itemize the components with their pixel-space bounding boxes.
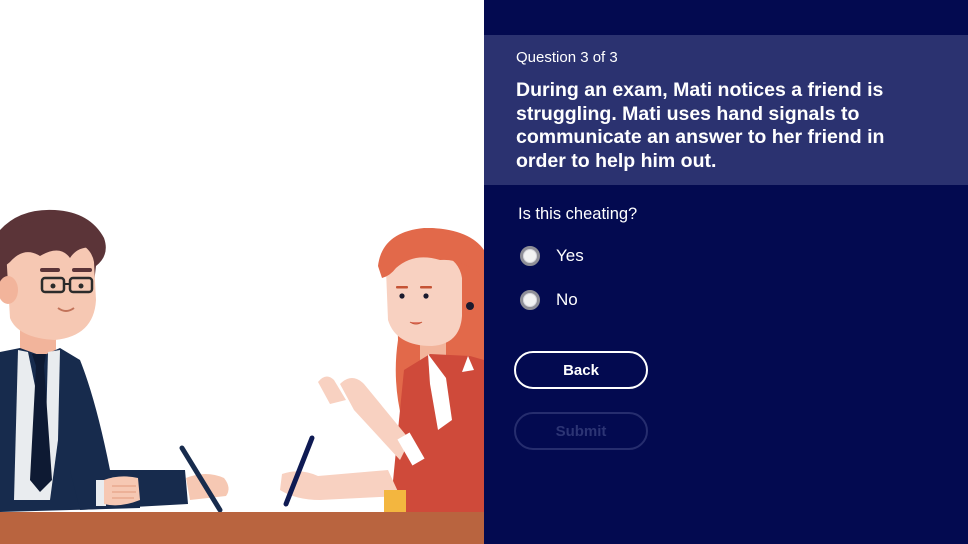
question-header: Question 3 of 3 During an exam, Mati not…: [484, 35, 968, 185]
option-label: No: [556, 290, 578, 309]
submit-button[interactable]: Submit: [514, 412, 648, 450]
back-button[interactable]: Back: [514, 351, 648, 389]
desk: [0, 512, 484, 544]
question-prompt: Is this cheating?: [518, 205, 638, 223]
quiz-panel: Question 3 of 3 During an exam, Mati not…: [484, 0, 968, 544]
question-text: During an exam, Mati notices a friend is…: [516, 79, 885, 172]
woman-character: [280, 228, 484, 514]
exam-scene-illustration: [0, 209, 484, 544]
illustration: [0, 0, 484, 544]
radio-button-icon[interactable]: [520, 290, 540, 310]
option-label: Yes: [556, 246, 584, 265]
man-character: [0, 209, 229, 513]
option-no[interactable]: No: [520, 290, 578, 310]
question-counter: Question 3 of 3: [516, 49, 618, 66]
option-yes[interactable]: Yes: [520, 246, 584, 266]
radio-button-icon[interactable]: [520, 246, 540, 266]
